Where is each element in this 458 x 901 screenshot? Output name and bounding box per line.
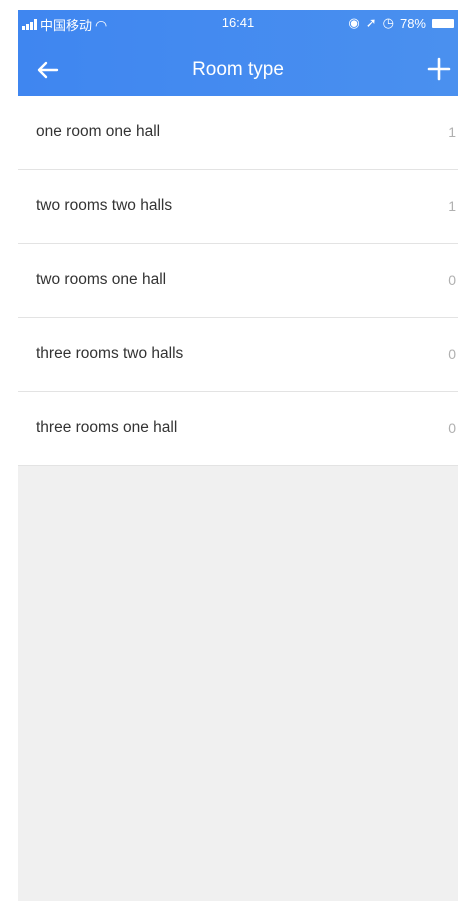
room-count: 0 — [448, 272, 456, 288]
room-type-label: three rooms two halls — [36, 345, 184, 362]
battery-percent: 78% — [399, 15, 426, 31]
room-type-label: two rooms one hall — [36, 271, 167, 288]
phone-screen: 中国移动 ◠ 16:41 ◉ ➚ ◷ 78% Room type one roo… — [18, 10, 458, 901]
room-count: 1 — [448, 124, 456, 140]
alarm-icon: ◉ — [348, 15, 360, 30]
location-icon: ➚ — [365, 15, 377, 30]
navigation-bar: Room type — [18, 44, 458, 96]
list-item[interactable]: one room one hall 1 — [18, 96, 458, 170]
room-count: 0 — [448, 420, 456, 436]
list-item[interactable]: two rooms one hall 0 — [18, 244, 458, 318]
plus-icon[interactable] — [426, 56, 452, 82]
room-count: 0 — [448, 346, 456, 362]
list-item[interactable]: three rooms one hall 0 — [18, 392, 458, 466]
clock-icon: ◷ — [382, 15, 394, 30]
list-item[interactable]: two rooms two halls 1 — [18, 170, 458, 244]
room-count: 1 — [448, 198, 456, 214]
status-right: ◉ ➚ ◷ 78% — [348, 15, 454, 31]
battery-icon — [432, 18, 454, 28]
room-type-label: one room one hall — [36, 123, 161, 140]
list-item[interactable]: three rooms two halls 0 — [18, 318, 458, 392]
status-bar: 中国移动 ◠ 16:41 ◉ ➚ ◷ 78% — [18, 10, 458, 44]
room-type-label: three rooms one hall — [36, 419, 178, 436]
page-title: Room type — [192, 59, 284, 80]
room-type-label: two rooms two halls — [36, 197, 173, 214]
room-type-list: one room one hall 1 two rooms two halls … — [18, 96, 458, 466]
